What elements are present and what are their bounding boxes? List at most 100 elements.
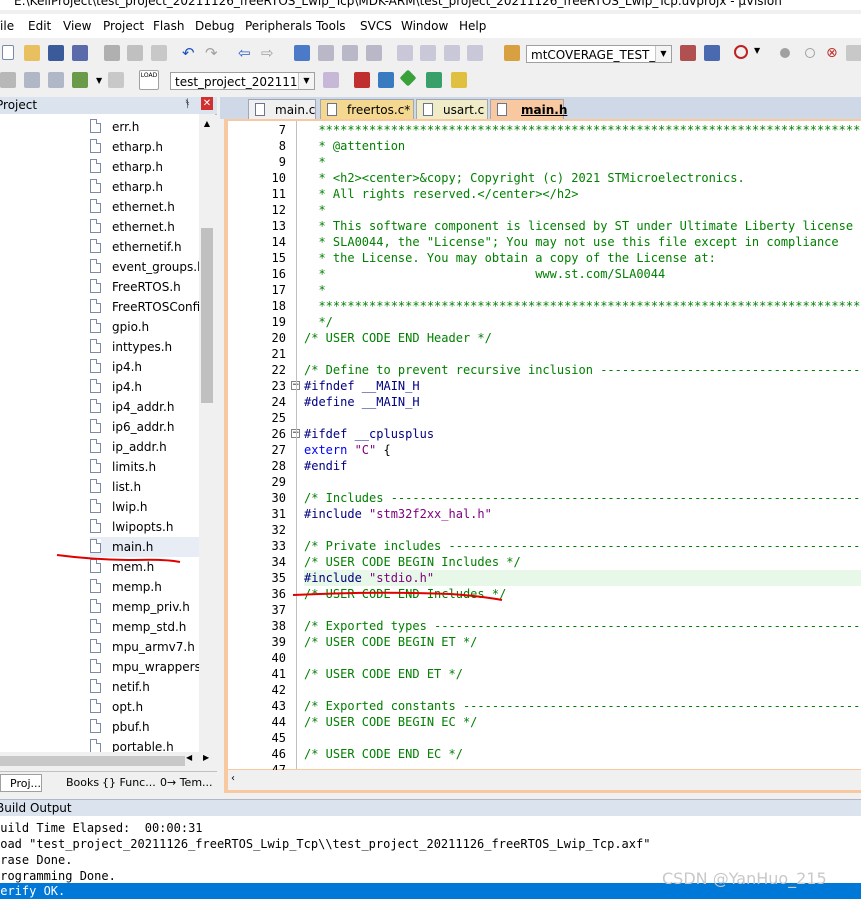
chevron-down-icon[interactable]: ▼ bbox=[754, 46, 770, 62]
target-options-icon[interactable] bbox=[323, 72, 339, 88]
tree-item[interactable]: ethernet.h bbox=[90, 217, 199, 237]
tree-item[interactable]: mpu_armv7.h bbox=[90, 637, 199, 657]
tree-item[interactable]: err.h bbox=[90, 117, 199, 137]
disable-breakpoint-icon[interactable] bbox=[805, 48, 815, 58]
manage-rte-icon[interactable] bbox=[378, 72, 394, 88]
menu-view[interactable]: View bbox=[63, 19, 91, 33]
tab-freertos-c[interactable]: freertos.c* bbox=[320, 99, 414, 119]
editor-hscrollbar[interactable]: ‹ bbox=[228, 770, 861, 790]
chevron-down-icon[interactable]: ▼ bbox=[298, 73, 314, 89]
tree-item[interactable]: netif.h bbox=[90, 677, 199, 697]
rte-config-icon[interactable] bbox=[451, 72, 467, 88]
target-select[interactable]: test_project_20211126_fr ▼ bbox=[170, 72, 315, 90]
download-icon[interactable]: LOAD bbox=[139, 70, 159, 90]
tree-item[interactable]: lwipopts.h bbox=[90, 517, 199, 537]
tree-item[interactable]: mpu_wrappers.h bbox=[90, 657, 199, 677]
pack-installer-icon[interactable] bbox=[426, 72, 442, 88]
tree-item[interactable]: memp_priv.h bbox=[90, 597, 199, 617]
bookmark-icon[interactable] bbox=[294, 45, 310, 61]
tree-item[interactable]: ip4.h bbox=[90, 377, 199, 397]
configure-icon[interactable] bbox=[846, 45, 861, 61]
tree-item[interactable]: gpio.h bbox=[90, 317, 199, 337]
scroll-left-icon[interactable]: ‹ bbox=[231, 773, 235, 784]
copy-icon[interactable] bbox=[127, 45, 143, 61]
menu-help[interactable]: Help bbox=[459, 19, 486, 33]
menu-debug[interactable]: Debug bbox=[195, 19, 234, 33]
redo-icon[interactable]: ↷ bbox=[205, 45, 221, 61]
tree-item[interactable]: ip4.h bbox=[90, 357, 199, 377]
batch-build-icon[interactable] bbox=[72, 72, 88, 88]
menu-svcs[interactable]: SVCS bbox=[360, 19, 392, 33]
tab-books[interactable]: Books bbox=[46, 774, 100, 792]
clear-bookmarks-icon[interactable] bbox=[366, 45, 382, 61]
tree-item[interactable]: pbuf.h bbox=[90, 717, 199, 737]
pin-icon[interactable]: ᚬ bbox=[184, 97, 191, 110]
undo-icon[interactable]: ↶ bbox=[182, 45, 198, 61]
uncomment-icon[interactable] bbox=[467, 45, 483, 61]
scroll-thumb[interactable] bbox=[201, 228, 213, 403]
nav-forward-icon[interactable]: ⇨ bbox=[261, 45, 277, 61]
tab-usart-c[interactable]: usart.c bbox=[416, 99, 488, 119]
nav-back-icon[interactable]: ⇦ bbox=[238, 45, 254, 61]
save-all-icon[interactable] bbox=[72, 45, 88, 61]
open-folder-icon[interactable] bbox=[24, 45, 40, 61]
tree-item[interactable]: etharp.h bbox=[90, 137, 199, 157]
tree-item[interactable]: memp_std.h bbox=[90, 617, 199, 637]
tab-functions[interactable]: {} Func... bbox=[102, 774, 158, 792]
find-in-files-icon[interactable] bbox=[504, 45, 520, 61]
scroll-right-icon[interactable]: ▶ bbox=[203, 753, 209, 762]
tree-item[interactable]: ethernetif.h bbox=[90, 237, 199, 257]
find-icon[interactable] bbox=[680, 45, 696, 61]
tab-project[interactable]: Proj... bbox=[0, 774, 42, 792]
tab-main-c[interactable]: main.c bbox=[248, 99, 316, 119]
tree-item[interactable]: opt.h bbox=[90, 697, 199, 717]
rebuild-icon[interactable] bbox=[48, 72, 64, 88]
tab-templates[interactable]: 0→ Tem... bbox=[160, 774, 216, 792]
next-bookmark-icon[interactable] bbox=[342, 45, 358, 61]
tree-item[interactable]: event_groups.h bbox=[90, 257, 199, 277]
find-combo[interactable]: mtCOVERAGE_TEST_MAR ▼ bbox=[526, 45, 672, 63]
chevron-down-icon[interactable]: ▼ bbox=[655, 46, 671, 62]
code-editor[interactable]: ****************************************… bbox=[288, 121, 861, 769]
debug-session-icon[interactable] bbox=[734, 45, 748, 59]
menu-window[interactable]: Window bbox=[401, 19, 448, 33]
tree-item[interactable]: ethernet.h bbox=[90, 197, 199, 217]
stop-build-icon[interactable] bbox=[108, 72, 124, 88]
unindent-icon[interactable] bbox=[420, 45, 436, 61]
tree-scrollbar[interactable]: ▲ bbox=[199, 114, 215, 752]
tab-main-h[interactable]: main.h bbox=[490, 99, 567, 119]
save-icon[interactable] bbox=[48, 45, 64, 61]
tree-item[interactable]: ip_addr.h bbox=[90, 437, 199, 457]
file-extensions-icon[interactable] bbox=[354, 72, 370, 88]
tree-item[interactable]: memp.h bbox=[90, 577, 199, 597]
tree-item[interactable]: ip6_addr.h bbox=[90, 417, 199, 437]
tree-item[interactable]: list.h bbox=[90, 477, 199, 497]
incremental-find-icon[interactable] bbox=[704, 45, 720, 61]
select-packs-icon[interactable] bbox=[399, 69, 417, 87]
menu-peripherals[interactable]: Peripherals bbox=[245, 19, 312, 33]
comment-icon[interactable] bbox=[444, 45, 460, 61]
menu-edit[interactable]: Edit bbox=[28, 19, 51, 33]
tree-hscrollbar[interactable]: ◀ ▶ bbox=[0, 752, 217, 769]
tree-item[interactable]: inttypes.h bbox=[90, 337, 199, 357]
menu-project[interactable]: Project bbox=[103, 19, 144, 33]
tree-item[interactable]: portable.h bbox=[90, 737, 199, 752]
scroll-up-icon[interactable]: ▲ bbox=[199, 116, 215, 132]
scroll-left-icon[interactable]: ◀ bbox=[186, 753, 192, 762]
menu-flash[interactable]: Flash bbox=[153, 19, 184, 33]
close-icon[interactable]: ✕ bbox=[201, 97, 213, 110]
tree-item[interactable]: FreeRTOS.h bbox=[90, 277, 199, 297]
breakpoint-icon[interactable] bbox=[780, 48, 790, 58]
tree-item[interactable]: etharp.h bbox=[90, 177, 199, 197]
new-file-icon[interactable] bbox=[2, 45, 14, 60]
cut-icon[interactable] bbox=[104, 45, 120, 61]
kill-breakpoints-icon[interactable]: ⊗ bbox=[826, 45, 842, 61]
prev-bookmark-icon[interactable] bbox=[318, 45, 334, 61]
hscroll-thumb[interactable] bbox=[0, 756, 185, 766]
menu-file[interactable]: File bbox=[0, 19, 14, 33]
build-icon[interactable] bbox=[24, 72, 40, 88]
tree-item[interactable]: FreeRTOSConfig.h bbox=[90, 297, 199, 317]
menu-tools[interactable]: Tools bbox=[316, 19, 346, 33]
tree-item[interactable]: etharp.h bbox=[90, 157, 199, 177]
translate-icon[interactable] bbox=[0, 72, 16, 88]
